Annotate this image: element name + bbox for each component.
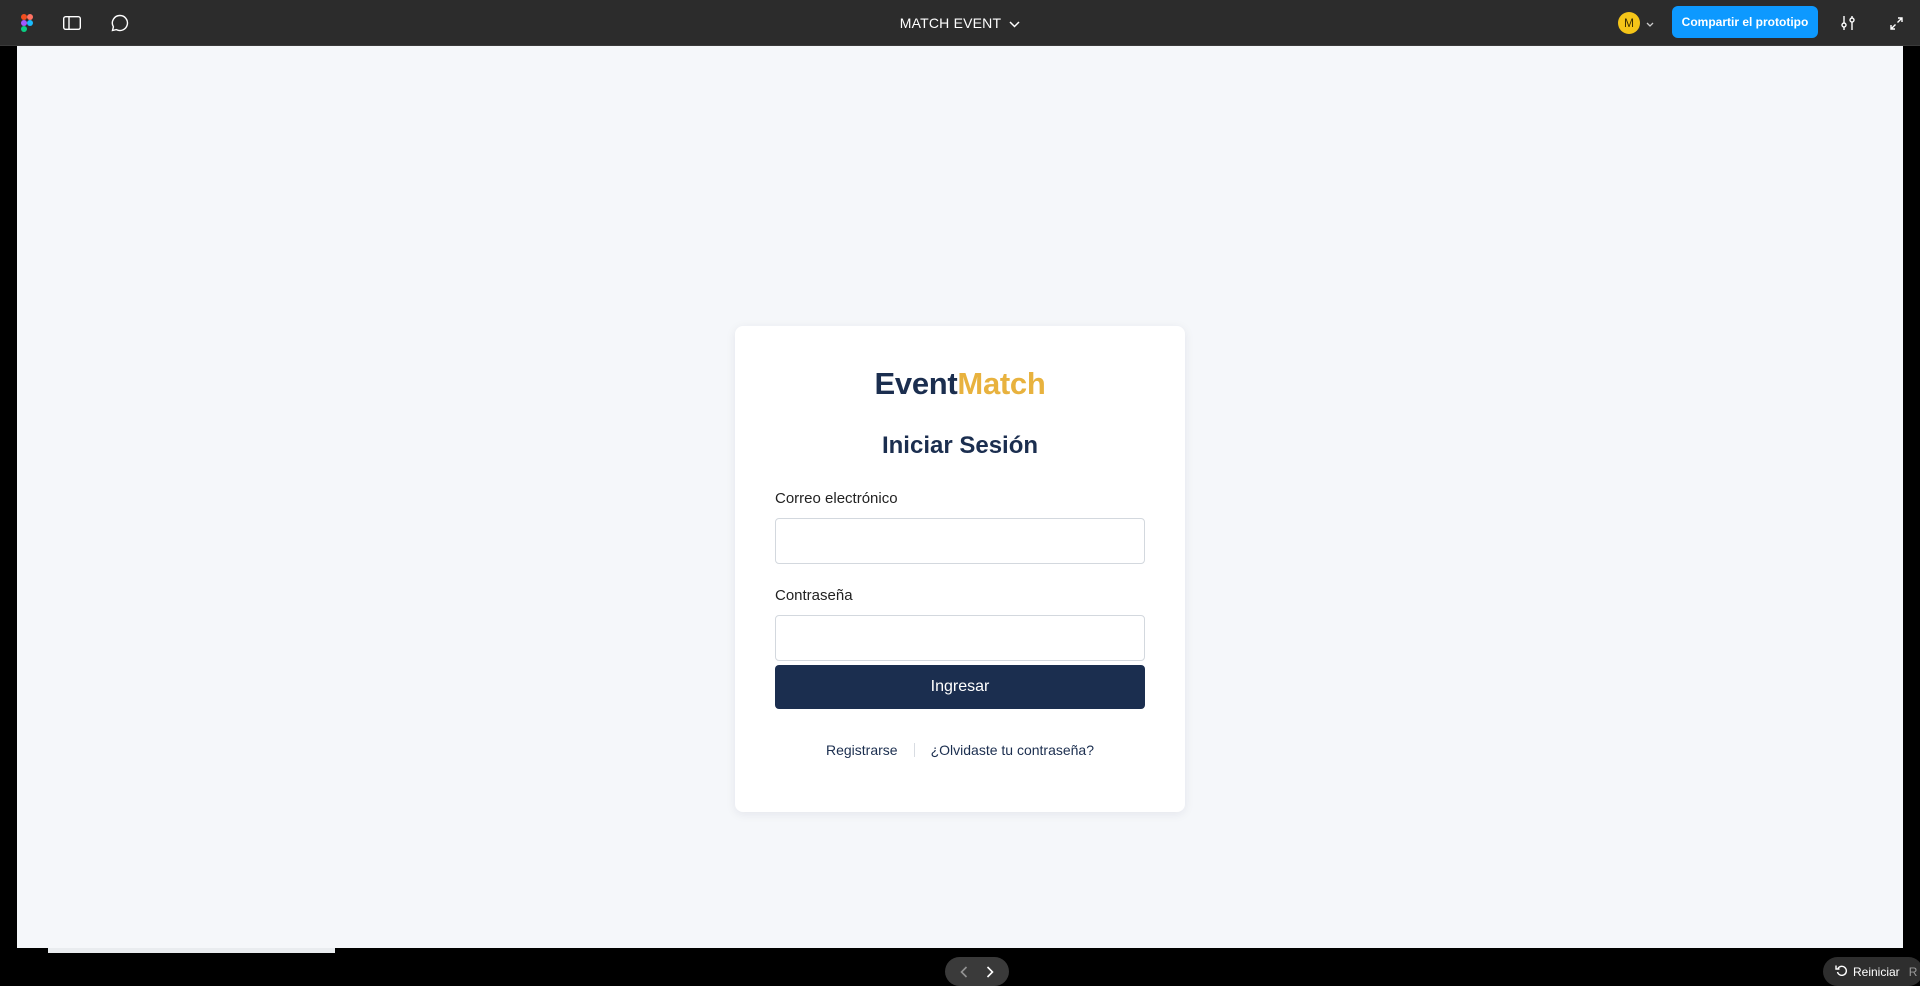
chevron-left-icon[interactable]: [960, 965, 968, 978]
eventmatch-logo: EventMatch: [735, 366, 1185, 402]
restart-icon: [1835, 964, 1848, 979]
forgot-password-link[interactable]: ¿Olvidaste tu contraseña?: [931, 742, 1094, 758]
login-card: EventMatch Iniciar Sesión Correo electró…: [735, 326, 1185, 812]
logo-text-match: Match: [957, 366, 1046, 401]
login-submit-button[interactable]: Ingresar: [775, 665, 1145, 709]
password-label: Contraseña: [775, 587, 853, 604]
flow-progress-bar: [48, 948, 335, 953]
logo-text-event: Event: [874, 366, 958, 401]
share-prototype-button[interactable]: Compartir el prototipo: [1672, 6, 1818, 38]
auth-links: Registrarse ¿Olvidaste tu contraseña?: [735, 742, 1185, 758]
link-divider: [913, 743, 915, 757]
user-avatar-menu[interactable]: M: [1612, 8, 1664, 38]
page-title: Iniciar Sesión: [881, 432, 1039, 459]
chevron-right-icon[interactable]: [986, 965, 994, 978]
password-field[interactable]: [775, 615, 1145, 661]
restart-label: Reiniciar: [1853, 964, 1900, 979]
frame-navigation: [945, 957, 1009, 986]
avatar: M: [1618, 12, 1640, 34]
settings-sliders-icon[interactable]: [1834, 9, 1862, 37]
file-title: MATCH EVENT: [899, 15, 1002, 31]
register-link[interactable]: Registrarse: [826, 742, 898, 758]
chevron-down-icon: [1009, 15, 1020, 31]
restart-shortcut: R: [1908, 964, 1918, 979]
prototype-toolbar: MATCH EVENT M Compartir el prototipo: [0, 0, 1920, 46]
email-field[interactable]: [775, 518, 1145, 564]
email-label: Correo electrónico: [775, 490, 898, 507]
expand-icon[interactable]: [1882, 9, 1910, 37]
prototype-canvas: EventMatch Iniciar Sesión Correo electró…: [17, 46, 1920, 986]
restart-button[interactable]: Reiniciar R: [1823, 957, 1920, 986]
chevron-down-icon: [1646, 14, 1654, 32]
